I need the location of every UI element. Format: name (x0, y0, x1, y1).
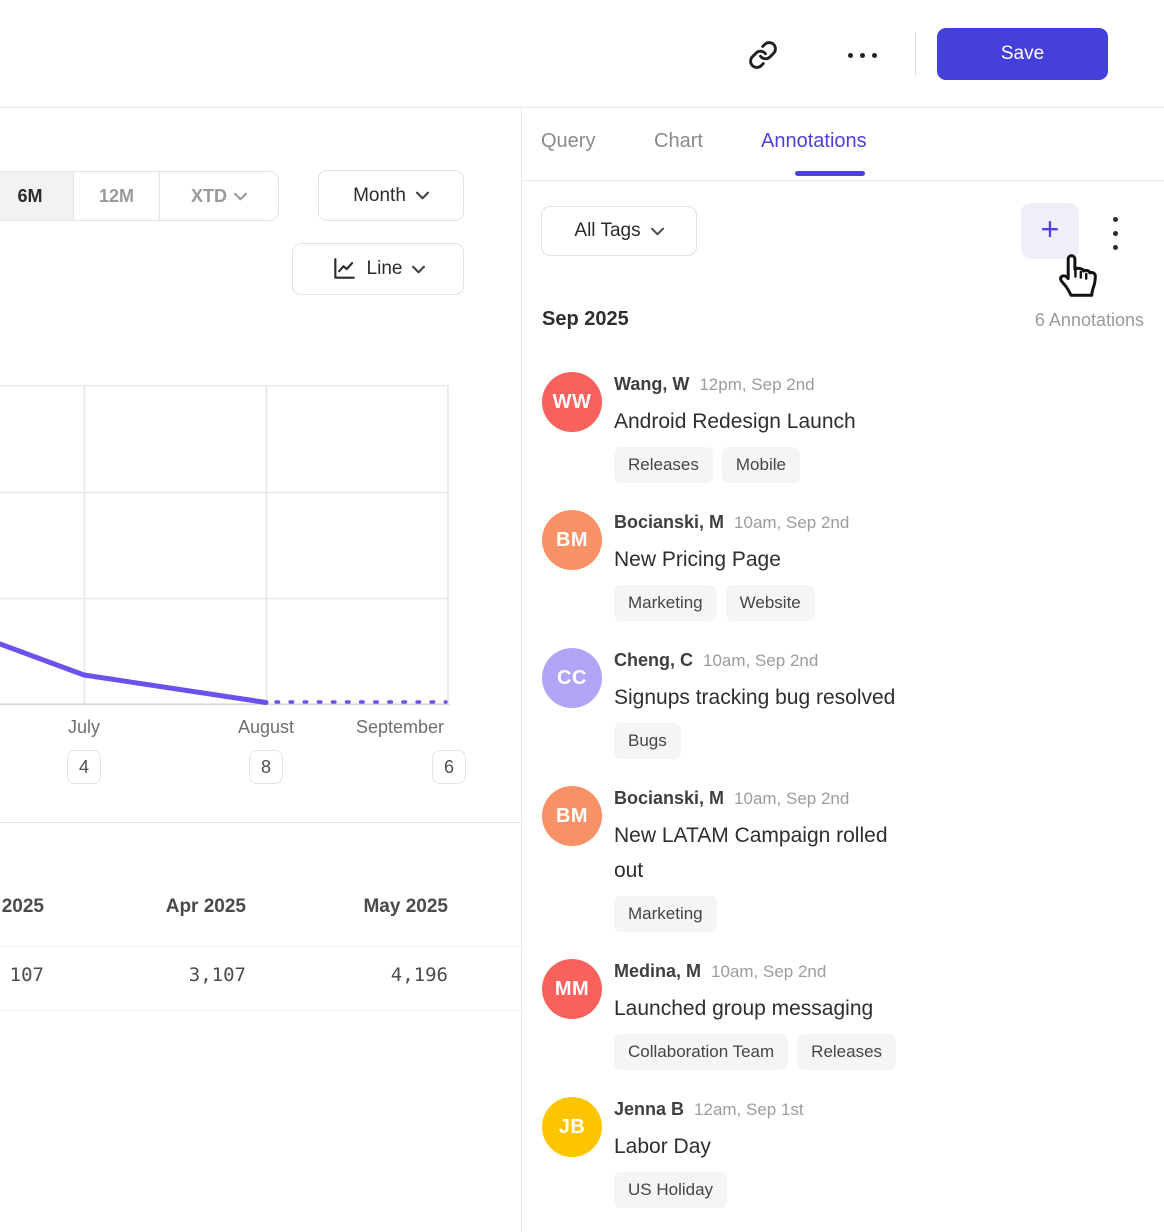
table-border-bottom (0, 1010, 521, 1011)
link-icon (748, 40, 778, 70)
granularity-label: Month (353, 185, 406, 207)
annotation-timestamp: 10am, Sep 2nd (711, 962, 826, 982)
line-chart-icon (331, 256, 357, 282)
table-cell-value: 3,107 (116, 964, 246, 986)
annotation-author: Cheng, C (614, 650, 693, 671)
table-column-header: May 2025 (318, 896, 448, 918)
chart-type-dropdown[interactable]: Line (292, 243, 464, 295)
line-chart (0, 385, 450, 705)
x-axis-label: September (356, 717, 444, 738)
avatar: BM (542, 510, 602, 570)
avatar-initials: MM (555, 978, 589, 1001)
annotation-tag: Marketing (614, 896, 717, 932)
table-border-top (0, 822, 521, 823)
avatar-initials: WW (553, 391, 592, 414)
app-window: Save 6M 12M XTD Month Line (0, 0, 1164, 1232)
chevron-down-icon (412, 265, 425, 274)
panel-divider (521, 107, 522, 1232)
annotation-count-badge[interactable]: 8 (249, 750, 283, 784)
month-section-title: Sep 2025 (542, 308, 629, 331)
annotations-menu-button[interactable] (1100, 216, 1130, 250)
annotation-tag: US Holiday (614, 1172, 727, 1208)
annotation-tag: Bugs (614, 723, 681, 759)
annotation-title: Signups tracking bug resolved (614, 680, 919, 715)
annotation-count-badge[interactable]: 6 (432, 750, 466, 784)
annotation-title: Launched group messaging (614, 991, 919, 1026)
annotation-author: Jenna B (614, 1099, 684, 1120)
annotation-item[interactable]: BM Bocianski, M 10am, Sep 2nd New LATAM C… (542, 786, 962, 932)
range-tab-12m[interactable]: 12M (74, 172, 160, 220)
add-annotation-button[interactable]: + (1021, 203, 1079, 259)
table-column-header: 2025 (0, 896, 44, 918)
table-cell-value: 107 (0, 964, 44, 986)
annotation-tag: Releases (614, 447, 713, 483)
chevron-down-icon (234, 192, 247, 201)
save-button[interactable]: Save (937, 28, 1108, 80)
annotation-timestamp: 10am, Sep 2nd (734, 789, 849, 809)
avatar-initials: BM (556, 805, 588, 828)
annotation-count-label: 6 Annotations (1035, 310, 1144, 331)
line-chart-canvas (0, 385, 450, 705)
header-border (0, 107, 1164, 108)
avatar: BM (542, 786, 602, 846)
tab-annotations[interactable]: Annotations (761, 130, 867, 153)
annotation-title: Android Redesign Launch (614, 404, 919, 439)
annotation-timestamp: 12am, Sep 1st (694, 1100, 804, 1120)
avatar: MM (542, 959, 602, 1019)
avatar-initials: CC (557, 667, 587, 690)
header-divider (915, 32, 916, 76)
annotation-timestamp: 10am, Sep 2nd (703, 651, 818, 671)
more-options-button[interactable] (838, 38, 886, 72)
granularity-dropdown[interactable]: Month (318, 170, 464, 221)
tabs-border (521, 180, 1164, 181)
avatar: JB (542, 1097, 602, 1157)
avatar: WW (542, 372, 602, 432)
annotation-tag: Mobile (722, 447, 800, 483)
tab-query[interactable]: Query (541, 130, 595, 153)
annotation-author: Medina, M (614, 961, 701, 982)
annotation-item[interactable]: JB Jenna B 12am, Sep 1st Labor Day US Hol… (542, 1097, 962, 1208)
tab-chart[interactable]: Chart (654, 130, 703, 153)
annotation-timestamp: 12pm, Sep 2nd (699, 375, 814, 395)
ellipsis-icon (848, 53, 877, 58)
annotation-author: Bocianski, M (614, 788, 724, 809)
annotation-tag: Website (726, 585, 815, 621)
tag-filter-dropdown[interactable]: All Tags (541, 206, 697, 256)
chart-type-label: Line (367, 258, 403, 280)
table-column-header: Apr 2025 (116, 896, 246, 918)
avatar: CC (542, 648, 602, 708)
annotation-title: New Pricing Page (614, 542, 919, 577)
annotation-author: Bocianski, M (614, 512, 724, 533)
copy-link-button[interactable] (744, 36, 782, 74)
range-tab-6m[interactable]: 6M (0, 172, 74, 220)
range-tab-xtd-label: XTD (191, 186, 227, 207)
chevron-down-icon (416, 191, 429, 200)
annotation-tag: Collaboration Team (614, 1034, 788, 1070)
x-axis-label: July (68, 717, 100, 738)
annotation-item[interactable]: CC Cheng, C 10am, Sep 2nd Signups trackin… (542, 648, 962, 759)
annotation-author: Wang, W (614, 374, 689, 395)
annotation-item[interactable]: BM Bocianski, M 10am, Sep 2nd New Pricing… (542, 510, 962, 621)
active-tab-underline (795, 171, 865, 176)
annotation-count-badge[interactable]: 4 (67, 750, 101, 784)
chevron-down-icon (651, 227, 664, 236)
table-header-divider (0, 946, 521, 947)
avatar-initials: BM (556, 529, 588, 552)
avatar-initials: JB (559, 1116, 586, 1139)
date-range-segmented-control: 6M 12M XTD (0, 171, 279, 221)
annotation-item[interactable]: MM Medina, M 10am, Sep 2nd Launched group… (542, 959, 962, 1070)
kebab-menu-icon (1113, 217, 1118, 250)
table-cell-value: 4,196 (318, 964, 448, 986)
annotation-title: Labor Day (614, 1129, 919, 1164)
tag-filter-label: All Tags (574, 220, 640, 242)
annotation-item[interactable]: WW Wang, W 12pm, Sep 2nd Android Redesign… (542, 372, 962, 483)
annotation-title: New LATAM Campaign rolled out (614, 818, 919, 888)
x-axis-label: August (238, 717, 294, 738)
annotation-timestamp: 10am, Sep 2nd (734, 513, 849, 533)
annotation-tag: Releases (797, 1034, 896, 1070)
series-line-solid (0, 644, 266, 703)
annotation-tag: Marketing (614, 585, 717, 621)
range-tab-xtd[interactable]: XTD (160, 172, 278, 220)
